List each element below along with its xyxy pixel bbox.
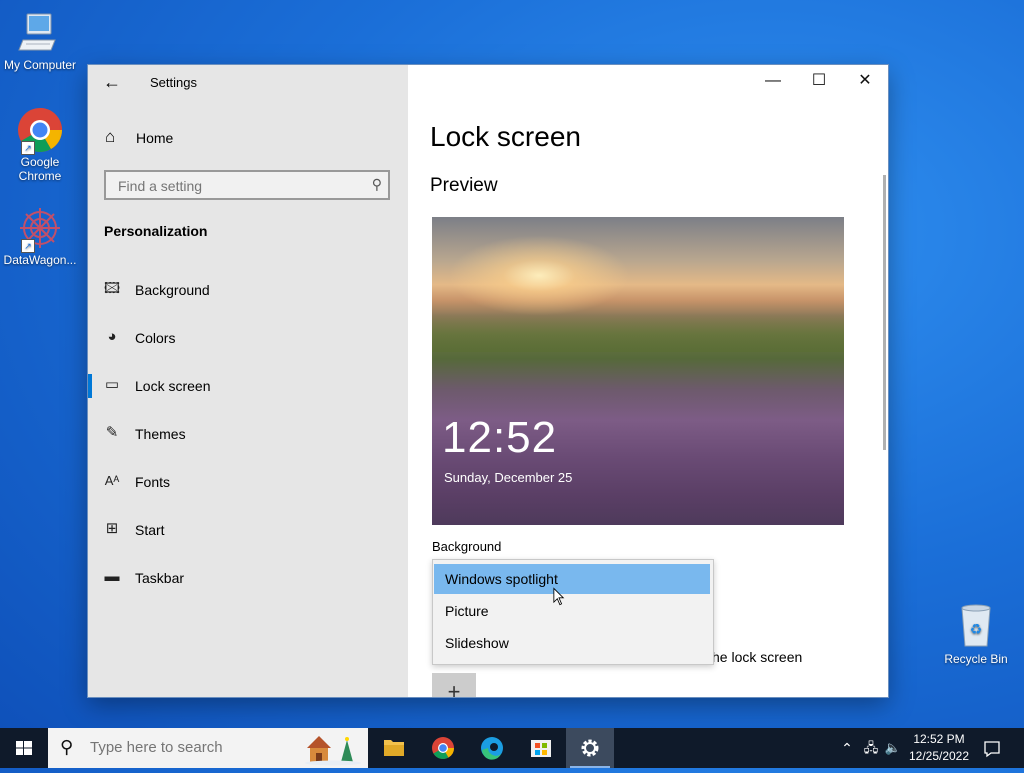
- gear-icon: [581, 739, 599, 757]
- shortcut-arrow-icon: ↗: [21, 239, 35, 253]
- search-icon: ⚲: [60, 737, 74, 757]
- tray-chevron-up-icon[interactable]: ⌃: [838, 728, 856, 768]
- picture-icon: 🖾: [103, 280, 121, 297]
- desktop-icon-recycle-bin[interactable]: ♻ Recycle Bin: [940, 602, 1012, 666]
- find-setting-input[interactable]: [116, 177, 360, 195]
- datawagon-icon: ↗: [17, 205, 63, 253]
- background-dropdown-list[interactable]: Windows spotlight Picture Slideshow: [432, 559, 714, 665]
- nav-item-label: Lock screen: [135, 378, 211, 394]
- settings-content: — ☐ ✕ Lock screen Preview 12:52 Sunday, …: [408, 65, 888, 697]
- nav-item-label: Colors: [135, 330, 176, 346]
- partial-setting-text: he lock screen: [712, 649, 803, 665]
- option-label: Windows spotlight: [445, 571, 558, 587]
- taskbar: ⚲ Type here to search ⌃ 🖧 🔈 12:52 PM 12/…: [0, 728, 1024, 768]
- dropdown-option-windows-spotlight[interactable]: Windows spotlight: [434, 564, 710, 594]
- start-icon: ⊞: [105, 520, 119, 537]
- preview-heading: Preview: [430, 175, 498, 196]
- recycle-bin-label: Recycle Bin: [944, 652, 1008, 666]
- maximize-button[interactable]: ☐: [796, 65, 842, 99]
- option-label: Picture: [445, 603, 489, 619]
- nav-item-colors[interactable]: ◕ Colors: [88, 318, 408, 358]
- taskbar-chrome[interactable]: [419, 728, 467, 768]
- nav-item-label: Themes: [135, 426, 186, 442]
- dropdown-option-slideshow[interactable]: Slideshow: [434, 628, 710, 658]
- notification-icon[interactable]: [978, 728, 1006, 768]
- settings-window: ← Settings ⌂ Home ⚲ Personalization 🖾 Ba…: [88, 65, 888, 697]
- search-icon: ⚲: [371, 176, 382, 192]
- taskbar-search-input[interactable]: [88, 738, 272, 757]
- preview-time: 12:52: [442, 413, 558, 462]
- add-app-button[interactable]: +: [432, 673, 476, 697]
- clock-time: 12:52 PM: [913, 732, 965, 746]
- page-title: Lock screen: [430, 121, 581, 152]
- settings-nav-pane: ← Settings ⌂ Home ⚲ Personalization 🖾 Ba…: [88, 65, 408, 697]
- content-scrollbar[interactable]: [883, 175, 886, 450]
- lock-screen-preview: 12:52 Sunday, December 25: [432, 217, 844, 525]
- nav-item-themes[interactable]: ✎ Themes: [88, 414, 408, 454]
- taskbar-clock[interactable]: 12:52 PM 12/25/2022: [902, 731, 976, 765]
- nav-item-background[interactable]: 🖾 Background: [88, 270, 408, 310]
- nav-item-taskbar[interactable]: ▬ Taskbar: [88, 558, 408, 598]
- taskbar-file-explorer[interactable]: [370, 728, 418, 768]
- taskbar-settings[interactable]: [566, 728, 614, 768]
- desktop-icon-label: My Computer: [3, 58, 77, 72]
- store-icon: [531, 740, 551, 757]
- preview-date: Sunday, December 25: [444, 470, 573, 485]
- folder-icon: [384, 740, 404, 756]
- dropdown-option-picture[interactable]: Picture: [434, 596, 710, 626]
- app-title: Settings: [150, 75, 197, 90]
- volume-icon[interactable]: 🔈: [883, 728, 903, 768]
- taskbar-search[interactable]: ⚲: [48, 728, 368, 768]
- desktop-icon-datawagon[interactable]: ↗ DataWagon...: [0, 205, 80, 267]
- computer-icon: [17, 10, 63, 56]
- lock-screen-icon: ▭: [104, 376, 120, 393]
- desktop-icon-my-computer[interactable]: My Computer: [0, 10, 80, 72]
- nav-home[interactable]: ⌂ Home: [88, 121, 408, 157]
- nav-item-label: Start: [135, 522, 165, 538]
- start-button[interactable]: [0, 728, 48, 768]
- option-label: Slideshow: [445, 635, 509, 651]
- section-title: Personalization: [104, 223, 208, 239]
- preview-landscape: [432, 312, 844, 352]
- network-icon[interactable]: 🖧: [860, 728, 882, 768]
- fonts-icon: Aᴬ: [104, 473, 120, 488]
- home-icon: ⌂: [105, 127, 116, 146]
- taskbar-store[interactable]: [517, 728, 565, 768]
- back-arrow-icon[interactable]: ←: [100, 71, 124, 95]
- palette-icon: ◕: [107, 328, 117, 345]
- title-bar: ← Settings: [88, 65, 408, 99]
- nav-item-label: Background: [135, 282, 210, 298]
- svg-text:♻: ♻: [970, 622, 983, 638]
- clock-date: 12/25/2022: [908, 749, 970, 763]
- windows-logo-icon: [16, 741, 32, 755]
- nav-home-label: Home: [136, 130, 174, 146]
- notification-icon-svg: [984, 741, 1000, 758]
- close-button[interactable]: ✕: [842, 65, 888, 99]
- mouse-cursor-icon: [553, 587, 565, 606]
- minimize-button[interactable]: —: [750, 65, 796, 99]
- nav-item-start[interactable]: ⊞ Start: [88, 510, 408, 550]
- edge-icon: [481, 737, 503, 760]
- holiday-decoration-icon: [305, 736, 361, 766]
- taskbar-icon: ▬: [104, 568, 120, 585]
- nav-item-label: Fonts: [135, 474, 171, 490]
- desktop-icon-label: Google Chrome: [18, 155, 62, 183]
- background-label: Background: [432, 539, 502, 554]
- nav-item-fonts[interactable]: Aᴬ Fonts: [88, 462, 408, 502]
- nav-item-label: Taskbar: [135, 570, 185, 586]
- recycle-bin-icon: ♻: [961, 604, 991, 647]
- nav-item-lock-screen[interactable]: ▭ Lock screen: [88, 366, 408, 406]
- taskbar-edge[interactable]: [468, 728, 516, 768]
- chrome-icon: ↗: [17, 107, 63, 155]
- themes-icon: ✎: [105, 424, 119, 441]
- desktop-icon-google-chrome[interactable]: ↗ Google Chrome: [0, 107, 80, 183]
- shortcut-arrow-icon: ↗: [21, 141, 35, 155]
- find-setting-search[interactable]: ⚲: [104, 170, 390, 200]
- chrome-icon: [432, 737, 454, 759]
- desktop-icon-label: DataWagon...: [3, 253, 77, 267]
